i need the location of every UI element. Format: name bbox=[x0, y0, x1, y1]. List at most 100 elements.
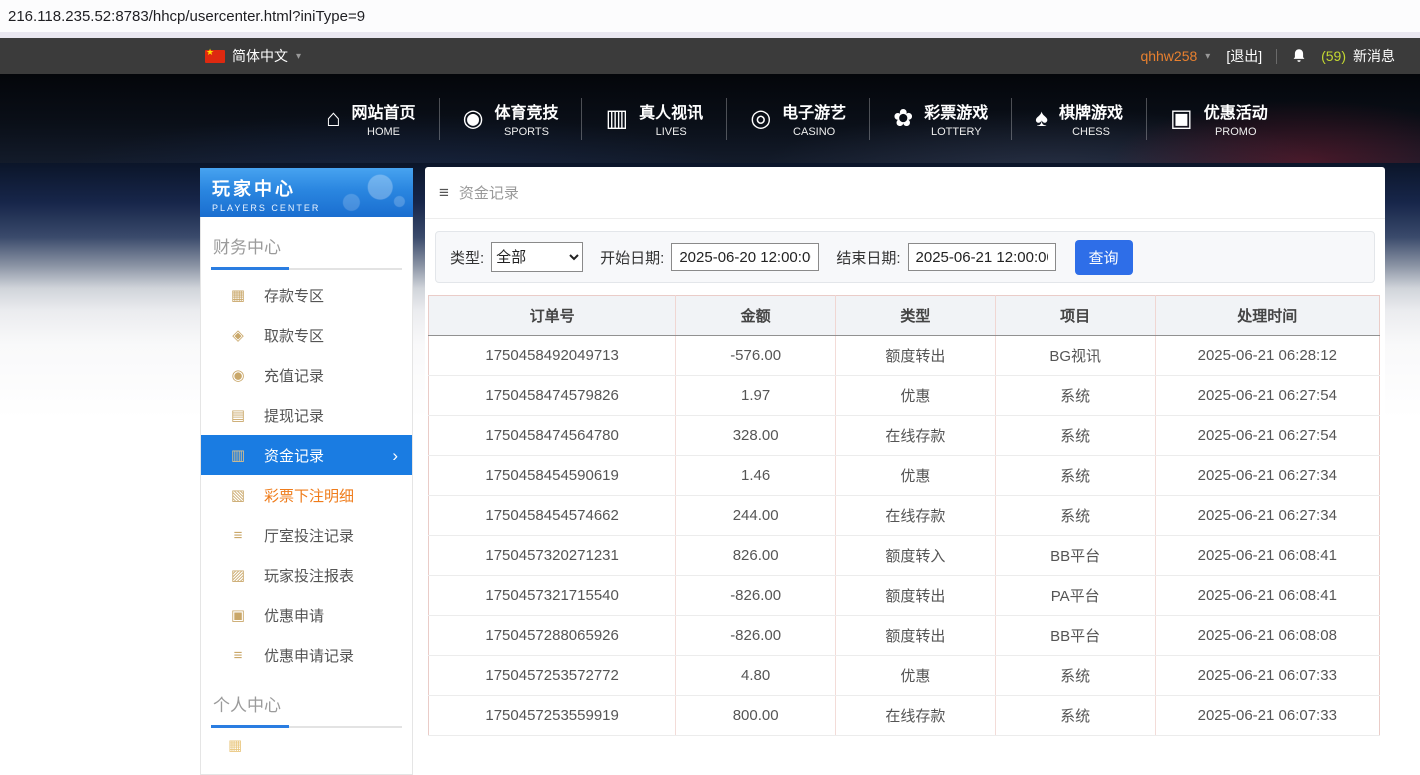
table-row: 1750457321715540-826.00额度转出PA平台2025-06-2… bbox=[429, 576, 1380, 616]
sidebar-item-label: 提现记录 bbox=[264, 405, 324, 426]
table-cell: 额度转入 bbox=[836, 536, 996, 576]
main-nav-band: ⌂ 网站首页HOME ◉ 体育竞技SPORTS ▥真人视讯LIVES ◎ 电子游艺 CASIN… bbox=[0, 74, 1420, 163]
table-cell: 2025-06-21 06:08:41 bbox=[1155, 536, 1379, 576]
language-selector[interactable]: ★ 简体中文 ▾ bbox=[205, 46, 301, 66]
recharge-record-icon: ◉ bbox=[228, 366, 248, 384]
bell-icon[interactable] bbox=[1291, 48, 1307, 64]
sidebar-item-withdrawal-record[interactable]: ▤ 提现记录 bbox=[201, 395, 412, 435]
start-date-label: 开始日期: bbox=[600, 247, 664, 268]
nav-label-zh: 优惠活动 bbox=[1204, 99, 1268, 123]
table-body: 1750458492049713-576.00额度转出BG视讯2025-06-2… bbox=[429, 336, 1380, 736]
china-flag-icon: ★ bbox=[205, 50, 225, 63]
table-cell: 系统 bbox=[995, 416, 1155, 456]
sidebar-header: 玩家中心 PLAYERS CENTER bbox=[200, 168, 413, 217]
nav-label-zh: 网站首页 bbox=[352, 99, 416, 123]
nav-item-sports[interactable]: ◉ 体育竞技SPORTS bbox=[440, 99, 582, 138]
table-cell: 2025-06-21 06:08:41 bbox=[1155, 576, 1379, 616]
nav-label-zh: 电子游艺 bbox=[782, 99, 846, 123]
chevron-down-icon[interactable]: ▾ bbox=[1205, 51, 1210, 62]
breadcrumb: ≡ 资金记录 bbox=[425, 167, 1385, 219]
table-cell: 2025-06-21 06:27:34 bbox=[1155, 496, 1379, 536]
sidebar-item-lottery-bet-detail[interactable]: ▧ 彩票下注明细 bbox=[201, 475, 412, 515]
sidebar-item-recharge-record[interactable]: ◉ 充值记录 bbox=[201, 355, 412, 395]
table-row: 1750457253559919800.00在线存款系统2025-06-21 0… bbox=[429, 696, 1380, 736]
table-row: 1750458474564780328.00在线存款系统2025-06-21 0… bbox=[429, 416, 1380, 456]
table-cell: 在线存款 bbox=[836, 696, 996, 736]
search-button[interactable]: 查询 bbox=[1075, 240, 1133, 275]
type-label: 类型: bbox=[450, 247, 484, 268]
nav-item-labels: 彩票游戏LOTTERY bbox=[924, 99, 988, 138]
table-cell: 1750458474564780 bbox=[429, 416, 676, 456]
sports-icon: ◉ bbox=[463, 107, 484, 131]
table-cell: 1750458454590619 bbox=[429, 456, 676, 496]
nav-label-zh: 体育竞技 bbox=[494, 99, 558, 123]
deposit-zone-icon: ▦ bbox=[228, 286, 248, 304]
table-cell: 优惠 bbox=[836, 656, 996, 696]
lottery-bet-detail-icon: ▧ bbox=[228, 486, 248, 504]
language-label: 简体中文 bbox=[232, 46, 288, 66]
sidebar-item-label: 充值记录 bbox=[264, 365, 324, 386]
sidebar-item-player-bet-report[interactable]: ▨玩家投注报表 bbox=[201, 555, 412, 595]
sidebar-item-deposit-zone[interactable]: ▦存款专区 bbox=[201, 275, 412, 315]
sidebar-item-label: 厅室投注记录 bbox=[264, 525, 354, 546]
table-cell: 1750457321715540 bbox=[429, 576, 676, 616]
start-date-input[interactable] bbox=[671, 243, 819, 271]
funds-record-table: 订单号金额类型项目处理时间 1750458492049713-576.00额度转… bbox=[428, 295, 1380, 736]
table-cell: 系统 bbox=[995, 696, 1155, 736]
sidebar-item-label: 取款专区 bbox=[264, 325, 324, 346]
end-date-input[interactable] bbox=[908, 243, 1056, 271]
table-cell: BG视讯 bbox=[995, 336, 1155, 376]
main-content-panel: ≡ 资金记录 类型: 全部 开始日期: 结束日期: 查询 订单号金额类型项目处理… bbox=[425, 167, 1385, 767]
promo-apply-icon: ▣ bbox=[228, 606, 248, 624]
new-messages-link[interactable]: 新消息 bbox=[1353, 46, 1395, 66]
table-row: 1750457288065926-826.00额度转出BB平台2025-06-2… bbox=[429, 616, 1380, 656]
promo-apply-record-icon: ≡ bbox=[228, 647, 248, 664]
nav-item-lottery[interactable]: ✿彩票游戏LOTTERY bbox=[870, 99, 1011, 138]
sidebar-item-label: 玩家投注报表 bbox=[264, 565, 354, 586]
sidebar-item-promo-apply-record[interactable]: ≡优惠申请记录 bbox=[201, 635, 412, 675]
section-heading-personal: 个人中心 bbox=[201, 675, 412, 716]
nav-label-en: CHESS bbox=[1059, 126, 1123, 138]
sidebar-item-hall-bet-record[interactable]: ≡厅室投注记录 bbox=[201, 515, 412, 555]
filter-bar: 类型: 全部 开始日期: 结束日期: 查询 bbox=[435, 231, 1375, 283]
type-select[interactable]: 全部 bbox=[491, 242, 583, 272]
nav-item-labels: 体育竞技SPORTS bbox=[494, 99, 558, 138]
sidebar-item-withdraw-zone[interactable]: ◈ 取款专区 bbox=[201, 315, 412, 355]
table-row: 17504572535727724.80优惠系统2025-06-21 06:07… bbox=[429, 656, 1380, 696]
section-underline bbox=[211, 268, 402, 270]
casino-icon: ◎ bbox=[750, 107, 771, 131]
sidebar-item-label: 彩票下注明细 bbox=[264, 485, 354, 506]
withdrawal-record-icon: ▤ bbox=[228, 406, 248, 424]
table-cell: 优惠 bbox=[836, 376, 996, 416]
home-icon: ⌂ bbox=[326, 107, 341, 131]
nav-item-casino[interactable]: ◎ 电子游艺 CASINO bbox=[727, 99, 869, 138]
table-cell: 额度转出 bbox=[836, 336, 996, 376]
sidebar-item-funds-record[interactable]: ▥资金记录› bbox=[201, 435, 412, 475]
nav-item-lives[interactable]: ▥真人视讯LIVES bbox=[582, 99, 726, 138]
table-header-row: 订单号金额类型项目处理时间 bbox=[429, 296, 1380, 336]
menu-icon: ≡ bbox=[439, 183, 449, 203]
page-title: 资金记录 bbox=[459, 182, 519, 203]
nav-label-zh: 真人视讯 bbox=[639, 99, 703, 123]
sidebar-item-label: 资金记录 bbox=[264, 445, 324, 466]
table-cell: 1750457253559919 bbox=[429, 696, 676, 736]
withdraw-zone-icon: ◈ bbox=[228, 326, 248, 344]
column-header: 金额 bbox=[676, 296, 836, 336]
table-cell: BB平台 bbox=[995, 616, 1155, 656]
nav-item-labels: 网站首页HOME bbox=[352, 99, 416, 138]
table-cell: 2025-06-21 06:27:54 bbox=[1155, 416, 1379, 456]
partial-item-icon: ▦ bbox=[228, 736, 412, 754]
table-cell: 244.00 bbox=[676, 496, 836, 536]
browser-address-bar[interactable]: 216.118.235.52:8783/hhcp/usercenter.html… bbox=[0, 0, 1420, 32]
sidebar-item-promo-apply[interactable]: ▣优惠申请 bbox=[201, 595, 412, 635]
logout-link[interactable]: [退出] bbox=[1226, 46, 1262, 66]
nav-item-home[interactable]: ⌂ 网站首页HOME bbox=[303, 99, 439, 138]
message-count: (59) bbox=[1321, 48, 1346, 64]
username-menu[interactable]: qhhw258 bbox=[1140, 48, 1197, 64]
table-cell: 1.97 bbox=[676, 376, 836, 416]
nav-item-chess[interactable]: ♠棋牌游戏CHESS bbox=[1012, 99, 1146, 138]
nav-item-promo[interactable]: ▣优惠活动PROMO bbox=[1147, 99, 1291, 138]
nav-label-en: CASINO bbox=[782, 126, 846, 138]
sidebar: 玩家中心 PLAYERS CENTER 财务中心 ▦存款专区◈取款专区◉充值记录… bbox=[200, 168, 413, 775]
nav-item-labels: 优惠活动PROMO bbox=[1204, 99, 1268, 138]
